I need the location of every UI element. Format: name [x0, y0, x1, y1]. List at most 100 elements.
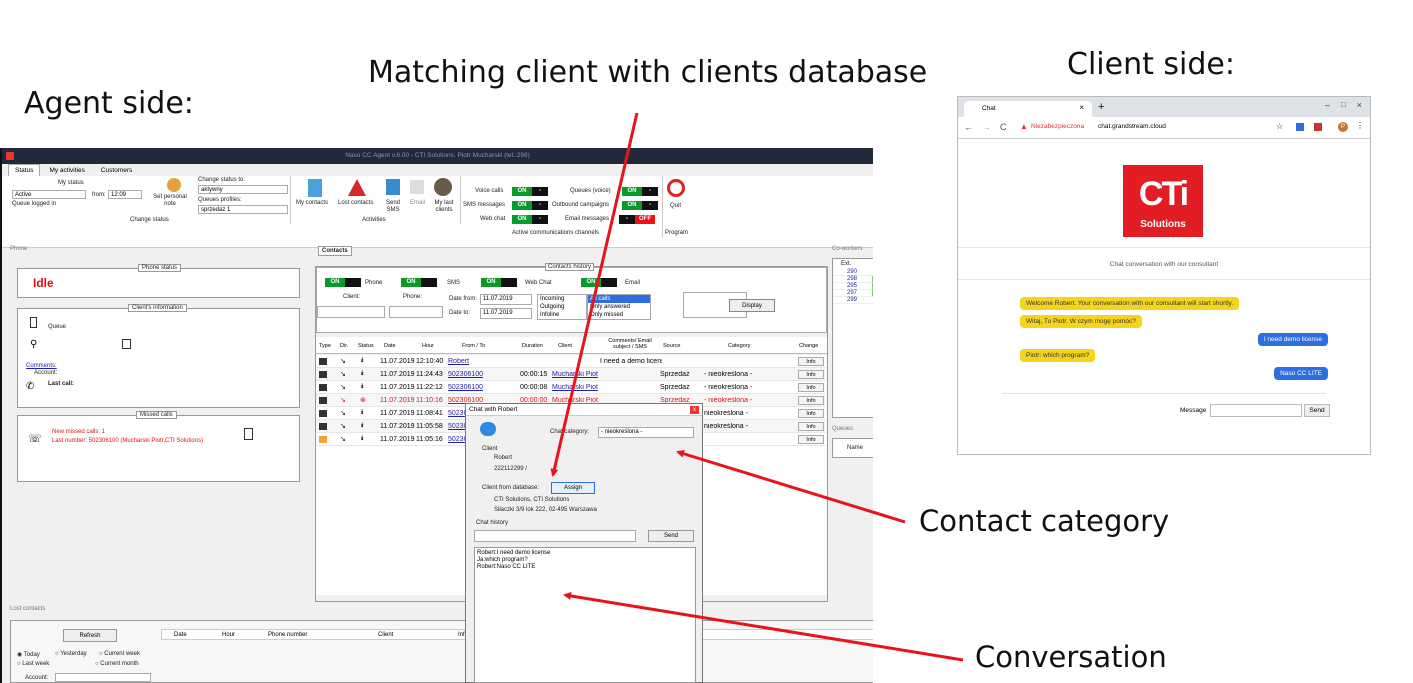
lost-contacts-icon[interactable]	[348, 179, 366, 196]
extension-icon[interactable]	[1296, 123, 1304, 131]
refresh-button[interactable]: Refresh	[63, 629, 117, 642]
send-sms-icon[interactable]	[386, 179, 400, 195]
row-client[interactable]: Mucharski Piot...	[552, 384, 598, 391]
direction-outgoing[interactable]: Outgoing	[540, 303, 586, 311]
lost-account-select[interactable]	[55, 673, 151, 682]
chat-category-select[interactable]: - nieokreślona -	[598, 427, 694, 438]
set-personal-note[interactable]: Set personal note	[150, 194, 190, 208]
window-close-icon[interactable]: ×	[1357, 100, 1362, 110]
tab-contacts[interactable]: Contacts	[318, 246, 352, 256]
coworker-ext[interactable]: 295	[833, 283, 873, 290]
client-filter-input[interactable]	[317, 306, 385, 318]
col-comments: Comments/ Email subject / SMS	[608, 338, 652, 350]
send-button[interactable]: Send	[1304, 404, 1330, 417]
phone-filter-toggle[interactable]: ON	[325, 278, 361, 287]
new-tab-icon[interactable]: +	[1098, 101, 1104, 113]
period-yesterday[interactable]: ○ Yesterday	[55, 651, 87, 657]
phone-filter-input[interactable]	[389, 306, 443, 318]
direction-list[interactable]: Incoming Outgoing Infoline	[537, 294, 587, 320]
coworker-ext[interactable]: 290	[833, 269, 873, 276]
direction-icon: ↘	[340, 397, 346, 404]
browser-tab[interactable]: Chat ×	[964, 101, 1092, 117]
my-last-clients-button[interactable]: My last clients	[432, 200, 456, 214]
coworker-ext[interactable]: 297	[833, 290, 873, 297]
date-to-input[interactable]: 11.07.2019	[480, 308, 532, 319]
status-select[interactable]: aktywny	[198, 185, 288, 194]
minimize-icon[interactable]: –	[1325, 100, 1330, 110]
queue-logged-label: Queue logged in	[12, 201, 57, 207]
tab-status[interactable]: Status	[8, 164, 41, 176]
period-last-week[interactable]: ○ Last week	[17, 661, 49, 667]
info-button[interactable]: Info	[798, 408, 824, 418]
period-current-week[interactable]: ○ Current week	[99, 651, 140, 657]
table-row[interactable]: ↘ ⯯ 11.07.2019 11:24:43 502306100 00:00:15 Muc…	[316, 368, 826, 381]
sms-filter-toggle[interactable]: ON	[401, 278, 437, 287]
email-icon[interactable]	[410, 180, 424, 194]
back-icon[interactable]: ←	[964, 122, 973, 132]
filter-all-calls[interactable]: All calls	[588, 295, 650, 303]
table-row[interactable]: ↘ ⯯ 11.07.2019 11:22:12 502306100 00:00:08 Muc…	[316, 381, 826, 394]
send-sms-button[interactable]: Send SMS	[384, 200, 402, 214]
web-chat-toggle[interactable]: ON -	[512, 215, 548, 224]
last-clients-icon[interactable]	[434, 178, 452, 196]
address-bar[interactable]: chat.grandstream.cloud	[1098, 123, 1166, 130]
display-button[interactable]: Display	[729, 299, 775, 312]
direction-infoline[interactable]: Infoline	[540, 311, 586, 319]
note-icon[interactable]	[167, 178, 181, 192]
reload-icon[interactable]: C	[1000, 122, 1007, 132]
chat-send-button[interactable]: Send	[648, 530, 694, 542]
sms-toggle[interactable]: ON -	[512, 201, 548, 210]
info-button[interactable]: Info	[798, 421, 824, 431]
email-button[interactable]: Email	[410, 200, 425, 206]
coworker-ext[interactable]: 299	[833, 297, 873, 304]
star-icon[interactable]: ☆	[1276, 122, 1283, 131]
row-from[interactable]: Robert	[448, 358, 488, 365]
row-from[interactable]: 502306100	[448, 384, 488, 391]
profile-select[interactable]: sprzedaz 1	[198, 205, 288, 214]
on-state: ON	[481, 278, 501, 287]
row-from[interactable]: 502306100	[448, 371, 488, 378]
email-toggle[interactable]: - OFF	[619, 215, 655, 224]
table-row[interactable]: ↘ ⯯ 11.07.2019 12:10:40 Robert I need a demo …	[316, 355, 826, 368]
info-button[interactable]: Info	[798, 434, 824, 444]
menu-icon[interactable]: ⋮	[1356, 121, 1364, 130]
list-icon[interactable]	[244, 428, 253, 440]
message-input[interactable]	[1210, 404, 1302, 417]
tab-my-activities[interactable]: My activities	[42, 164, 91, 176]
quit-button[interactable]: Quit	[670, 203, 681, 209]
info-button[interactable]: Info	[798, 382, 824, 392]
voice-calls-toggle[interactable]: ON -	[512, 187, 548, 196]
col-category: Category	[728, 343, 751, 349]
power-icon[interactable]	[667, 179, 685, 197]
direction-incoming[interactable]: Incoming	[540, 295, 586, 303]
close-button[interactable]: x	[690, 406, 699, 414]
info-button[interactable]: Info	[798, 356, 824, 366]
tab-close-icon[interactable]: ×	[1079, 103, 1084, 112]
comments-link[interactable]: Comments:	[26, 363, 57, 369]
period-current-month[interactable]: ○ Current month	[95, 661, 139, 667]
email-filter-toggle[interactable]: ON	[581, 278, 617, 287]
my-contacts-icon[interactable]	[308, 179, 322, 197]
queues-toggle[interactable]: ON -	[622, 187, 658, 196]
maximize-icon[interactable]: □	[1341, 100, 1346, 109]
tab-customers[interactable]: Customers	[94, 164, 139, 176]
extension-icon[interactable]	[1314, 123, 1322, 131]
filter-only-answered[interactable]: Only answered	[588, 303, 650, 311]
outbound-toggle[interactable]: ON -	[622, 201, 658, 210]
coworker-ext[interactable]: 298	[833, 276, 873, 283]
info-button[interactable]: Info	[798, 395, 824, 405]
date-from-input[interactable]: 11.07.2019	[480, 294, 532, 305]
period-today[interactable]: ◉ Today	[17, 651, 40, 658]
sms-filter-label: SMS	[447, 280, 461, 286]
row-client[interactable]: Mucharski Piot...	[552, 371, 598, 378]
my-contacts-button[interactable]: My contacts	[296, 200, 328, 206]
info-button[interactable]: Info	[798, 369, 824, 379]
lost-contacts-button[interactable]: Lost contacts	[338, 200, 373, 206]
call-filter-list[interactable]: All calls Only answered Only missed	[587, 294, 651, 320]
filter-only-missed[interactable]: Only missed	[588, 311, 650, 319]
assign-button[interactable]: Assign	[551, 482, 595, 494]
webchat-filter-toggle[interactable]: ON	[481, 278, 517, 287]
chat-message-input[interactable]	[474, 530, 636, 542]
forward-icon[interactable]: →	[982, 122, 991, 132]
profile-avatar[interactable]: P	[1338, 122, 1348, 132]
